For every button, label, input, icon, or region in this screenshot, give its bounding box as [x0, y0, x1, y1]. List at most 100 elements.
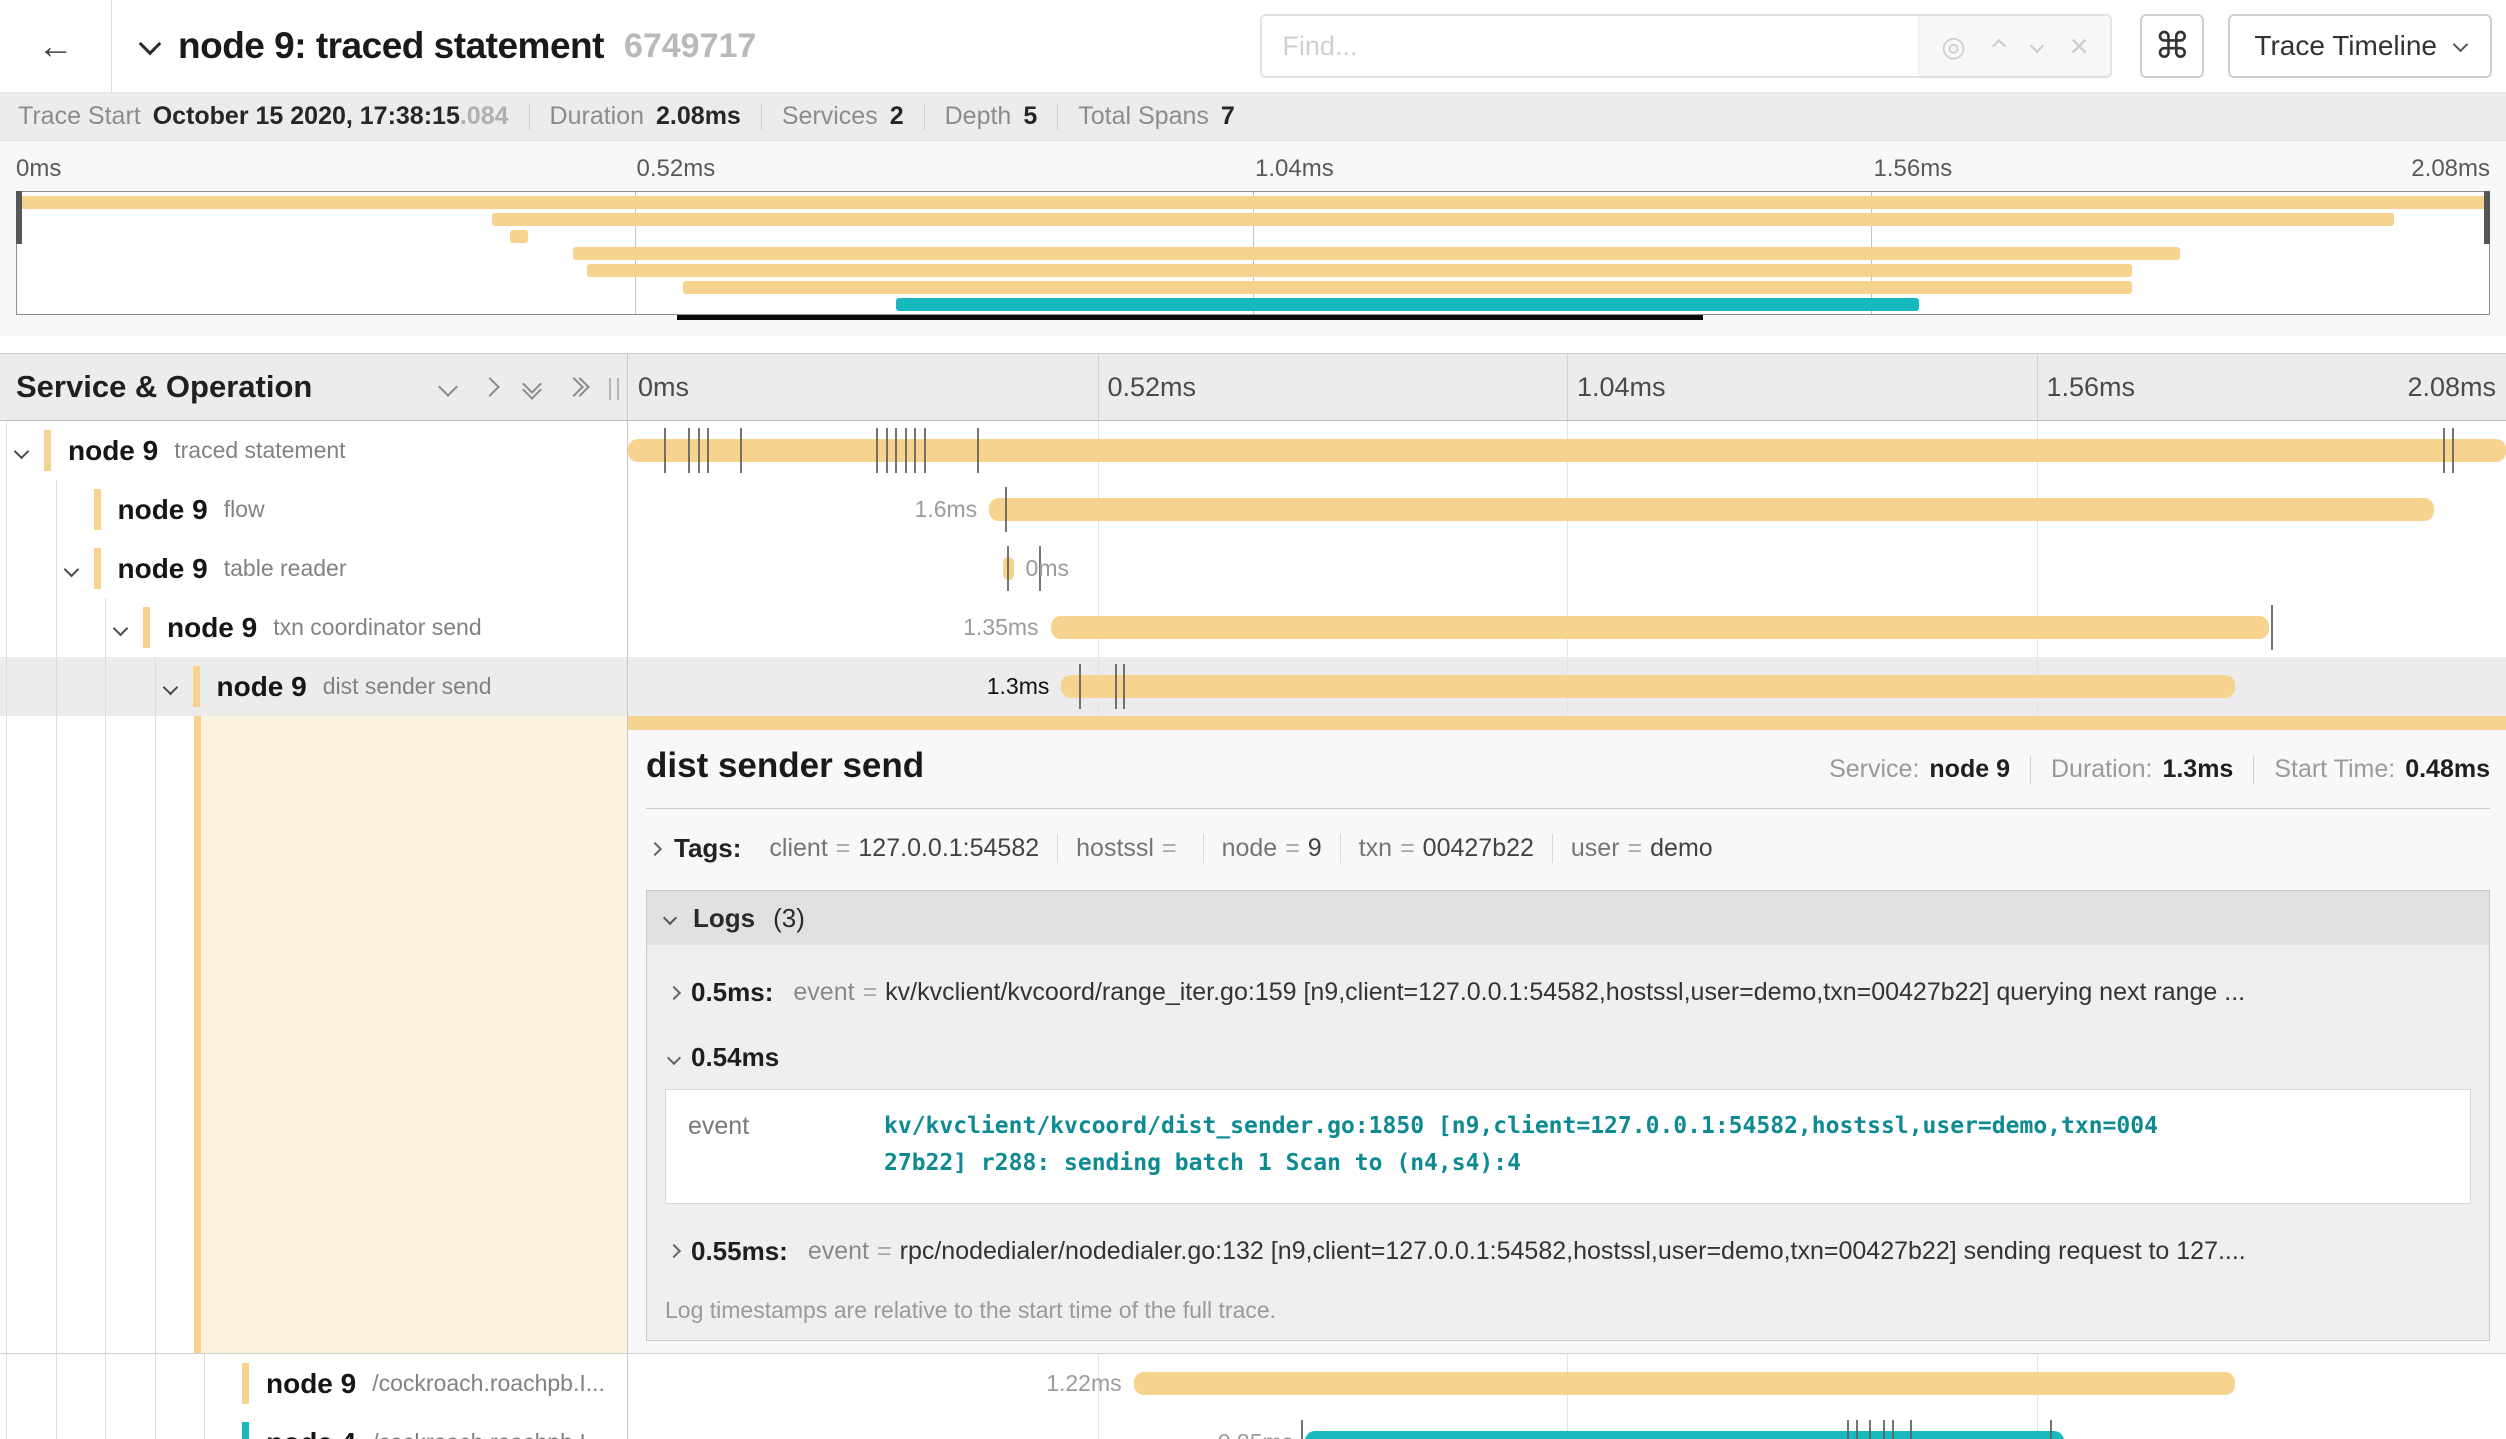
logs-collapse-chevron-icon [663, 911, 677, 925]
minimap-tick-label: 1.56ms [1874, 155, 1953, 183]
focus-match-icon[interactable]: ◎ [1941, 30, 1965, 63]
collapse-one-icon[interactable] [438, 377, 458, 397]
minimap-scrollbar[interactable] [677, 315, 1703, 320]
expand-one-icon[interactable] [480, 377, 500, 397]
span-bar[interactable] [1051, 616, 2270, 639]
span-duration-label: 1.6ms [915, 496, 978, 523]
span-bar[interactable] [1061, 675, 2235, 698]
span-bar[interactable] [1305, 1431, 2063, 1439]
minimap-span-bar [510, 230, 528, 243]
service-name: node 9 [68, 435, 158, 467]
timeline-header-row: Service & Operation 0ms0.52ms1.04ms1.56m… [0, 353, 2506, 421]
next-match-icon[interactable] [2030, 39, 2044, 53]
log3-expand-chevron-icon [667, 1244, 681, 1258]
indent-guide [155, 657, 156, 716]
services-value: 2 [890, 102, 904, 131]
collapse-trace-chevron-icon[interactable] [142, 36, 158, 57]
minimap-bars [17, 196, 2489, 314]
span-name-wrap[interactable]: node 9flow [118, 480, 265, 539]
minimap-right-handle[interactable] [2484, 191, 2490, 244]
span-bar[interactable] [628, 439, 2506, 462]
span-duration-label: 1.3ms [987, 673, 1050, 700]
minimap-bar-row [17, 281, 2489, 294]
span-row[interactable]: node 9txn coordinator send 1.35ms [0, 598, 2506, 657]
timeline-ruler: 0ms0.52ms1.04ms1.56ms2.08ms [628, 354, 2506, 420]
trace-view-select[interactable]: Trace Timeline [2228, 14, 2492, 78]
tag-txn: txn=00427b22 [1340, 834, 1552, 863]
page-title: node 9: traced statement [178, 25, 604, 67]
start-time-meta-value: 0.48ms [2405, 755, 2490, 784]
span-collapse-chevron-icon[interactable] [66, 562, 77, 580]
span-row-left: node 4/cockroach.roachpb.I... [0, 1413, 628, 1439]
span-row[interactable]: node 4/cockroach.roachpb.I... 0.85ms [0, 1413, 2506, 1439]
ruler-tick-label: 1.56ms [2047, 372, 2136, 403]
ruler-tick-label: 0ms [638, 372, 689, 403]
trace-timeline-page: ← node 9: traced statement 6749717 ◎ × ⌘… [0, 0, 2506, 1439]
keyboard-shortcuts-button[interactable]: ⌘ [2140, 14, 2204, 78]
ruler-tick-label: 2.08ms [2407, 372, 2496, 403]
span-detail-accent-bar [628, 716, 2506, 730]
log-marker-tick [905, 428, 907, 473]
log2-fields-table: event kv/kvclient/kvcoord/dist_sender.go… [665, 1089, 2471, 1204]
span-row-timeline: 0.85ms [628, 1413, 2506, 1439]
log-entry-1[interactable]: 0.5ms: event = kv/kvclient/kvcoord/range… [665, 977, 2471, 1008]
collapse-all-icon[interactable] [525, 377, 539, 397]
log3-time: 0.55ms: [691, 1236, 788, 1267]
indent-guide [6, 421, 7, 480]
span-row[interactable]: node 9/cockroach.roachpb.I... 1.22ms [0, 1354, 2506, 1413]
span-duration-label: 1.22ms [1046, 1370, 1121, 1397]
minimap-viewport[interactable] [16, 191, 2490, 315]
minimap-left-handle[interactable] [16, 191, 22, 244]
span-duration-label: 1.35ms [963, 614, 1038, 641]
logs-header[interactable]: Logs (3) [647, 891, 2489, 945]
span-row-left: node 9txn coordinator send [0, 598, 628, 657]
span-row[interactable]: node 9dist sender send 1.3ms [0, 657, 2506, 716]
minimap-tick-label: 2.08ms [2411, 155, 2490, 183]
indent-guide [56, 598, 57, 657]
span-collapse-chevron-icon[interactable] [115, 621, 126, 639]
span-row[interactable]: node 9table reader0ms [0, 539, 2506, 598]
indent-guide [6, 1354, 7, 1413]
back-button[interactable]: ← [0, 0, 112, 92]
log-marker-tick [977, 428, 979, 473]
span-row[interactable]: node 9traced statement [0, 421, 2506, 480]
column-resize-handle[interactable] [609, 378, 619, 400]
operation-name: dist sender send [323, 673, 492, 700]
indent-guide [56, 480, 57, 539]
expand-collapse-controls [441, 377, 587, 397]
span-collapse-chevron-icon[interactable] [165, 680, 176, 698]
tags-expand-chevron-icon[interactable] [648, 841, 662, 855]
expand-all-icon[interactable] [567, 380, 587, 394]
log-entry-3[interactable]: 0.55ms: event = rpc/nodedialer/nodediale… [665, 1236, 2471, 1267]
span-name-wrap[interactable]: node 9/cockroach.roachpb.I... [266, 1354, 605, 1413]
minimap-tick-label: 0.52ms [637, 155, 716, 183]
log-marker-tick [1883, 1420, 1885, 1439]
span-name-wrap[interactable]: node 9traced statement [68, 421, 346, 480]
span-name-wrap[interactable]: node 9table reader [118, 539, 347, 598]
service-name: node 4 [266, 1427, 356, 1439]
log-marker-tick [1892, 1420, 1894, 1439]
service-name: node 9 [118, 553, 208, 585]
span-row[interactable]: node 9flow 1.6ms [0, 480, 2506, 539]
span-name-wrap[interactable]: node 4/cockroach.roachpb.I... [266, 1413, 605, 1439]
span-name-wrap[interactable]: node 9dist sender send [217, 657, 492, 716]
clear-find-icon[interactable]: × [2070, 28, 2089, 65]
log-marker-tick [664, 428, 666, 473]
tags-row[interactable]: Tags: client=127.0.0.1:54582 hostssl= no… [646, 833, 2490, 864]
span-collapse-chevron-icon[interactable] [16, 444, 27, 462]
top-controls: ◎ × ⌘ Trace Timeline [1260, 14, 2506, 78]
log-marker-tick [2050, 1420, 2052, 1439]
indent-guide [204, 1354, 205, 1413]
indent-guide [105, 1354, 106, 1413]
indent-guide [56, 539, 57, 598]
find-input[interactable] [1262, 16, 1918, 76]
service-color-chip [242, 1363, 249, 1404]
operation-name: /cockroach.roachpb.I... [372, 1370, 605, 1397]
span-name-wrap[interactable]: node 9txn coordinator send [167, 598, 482, 657]
span-bar[interactable] [1134, 1372, 2236, 1395]
log-marker-tick [2443, 428, 2445, 473]
log-entry-2[interactable]: 0.54ms [665, 1042, 2471, 1073]
log1-key: event [793, 978, 854, 1007]
prev-match-icon[interactable] [1992, 39, 2006, 53]
span-bar[interactable] [989, 498, 2434, 521]
